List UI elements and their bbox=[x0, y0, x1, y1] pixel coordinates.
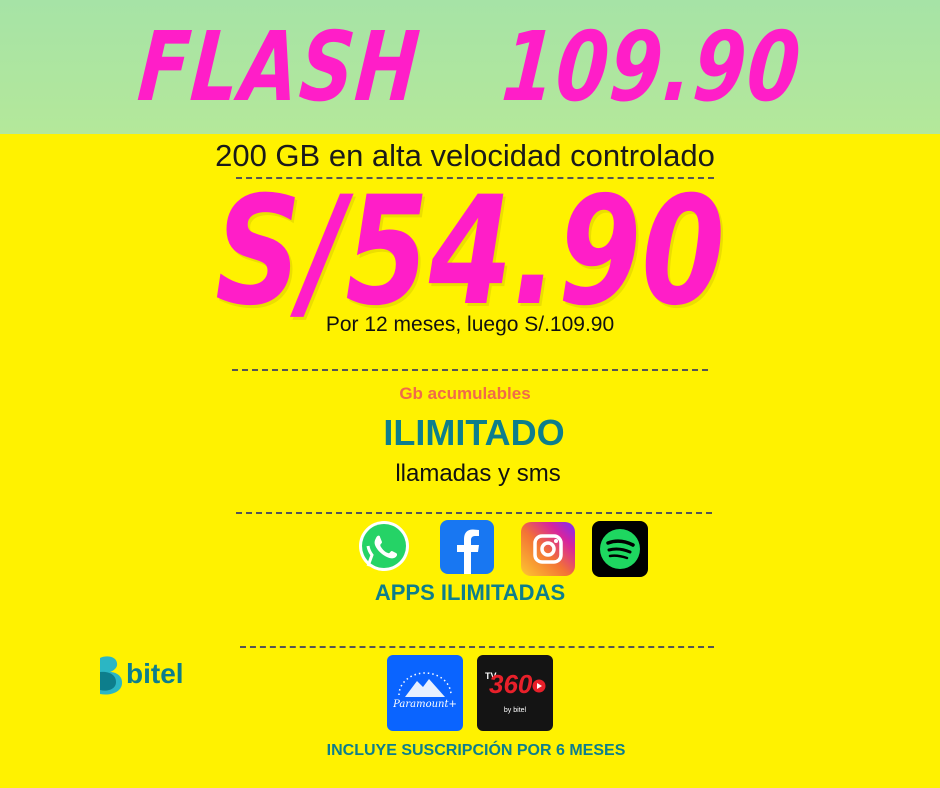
bitel-b-icon bbox=[100, 656, 123, 695]
price-note: Por 12 meses, luego S/.109.90 bbox=[325, 313, 615, 336]
spotify-icon bbox=[592, 521, 648, 577]
instagram-icon bbox=[521, 522, 575, 576]
divider bbox=[236, 512, 712, 514]
promo-price: S/54.90 bbox=[215, 165, 725, 339]
whatsapp-icon bbox=[356, 518, 412, 574]
plan-title: FLASH 109.90 bbox=[134, 11, 806, 123]
bitel-wordmark: bitel bbox=[126, 658, 184, 689]
paramount-plus-text: Paramount+ bbox=[393, 699, 457, 710]
gb-accumulable-label: Gb acumulables bbox=[399, 384, 531, 403]
play-icon bbox=[532, 679, 546, 693]
subscription-footer: INCLUYE SUSCRIPCIÓN POR 6 MESES bbox=[326, 742, 626, 759]
facebook-icon bbox=[440, 520, 494, 574]
bitel-logo: bitel bbox=[96, 654, 216, 698]
tv360-icon: TV 360 by bitel bbox=[477, 655, 553, 731]
tv360-by-bitel: by bitel bbox=[503, 707, 527, 714]
calls-sms-label: llamadas y sms bbox=[395, 460, 561, 487]
paramount-plus-icon: Paramount+ bbox=[387, 655, 463, 731]
divider bbox=[232, 369, 708, 371]
tv360-number: 360 bbox=[489, 669, 533, 699]
apps-unlimited-label: APPS ILIMITADAS bbox=[374, 580, 566, 605]
unlimited-heading: ILIMITADO bbox=[383, 412, 565, 453]
divider bbox=[240, 646, 714, 648]
